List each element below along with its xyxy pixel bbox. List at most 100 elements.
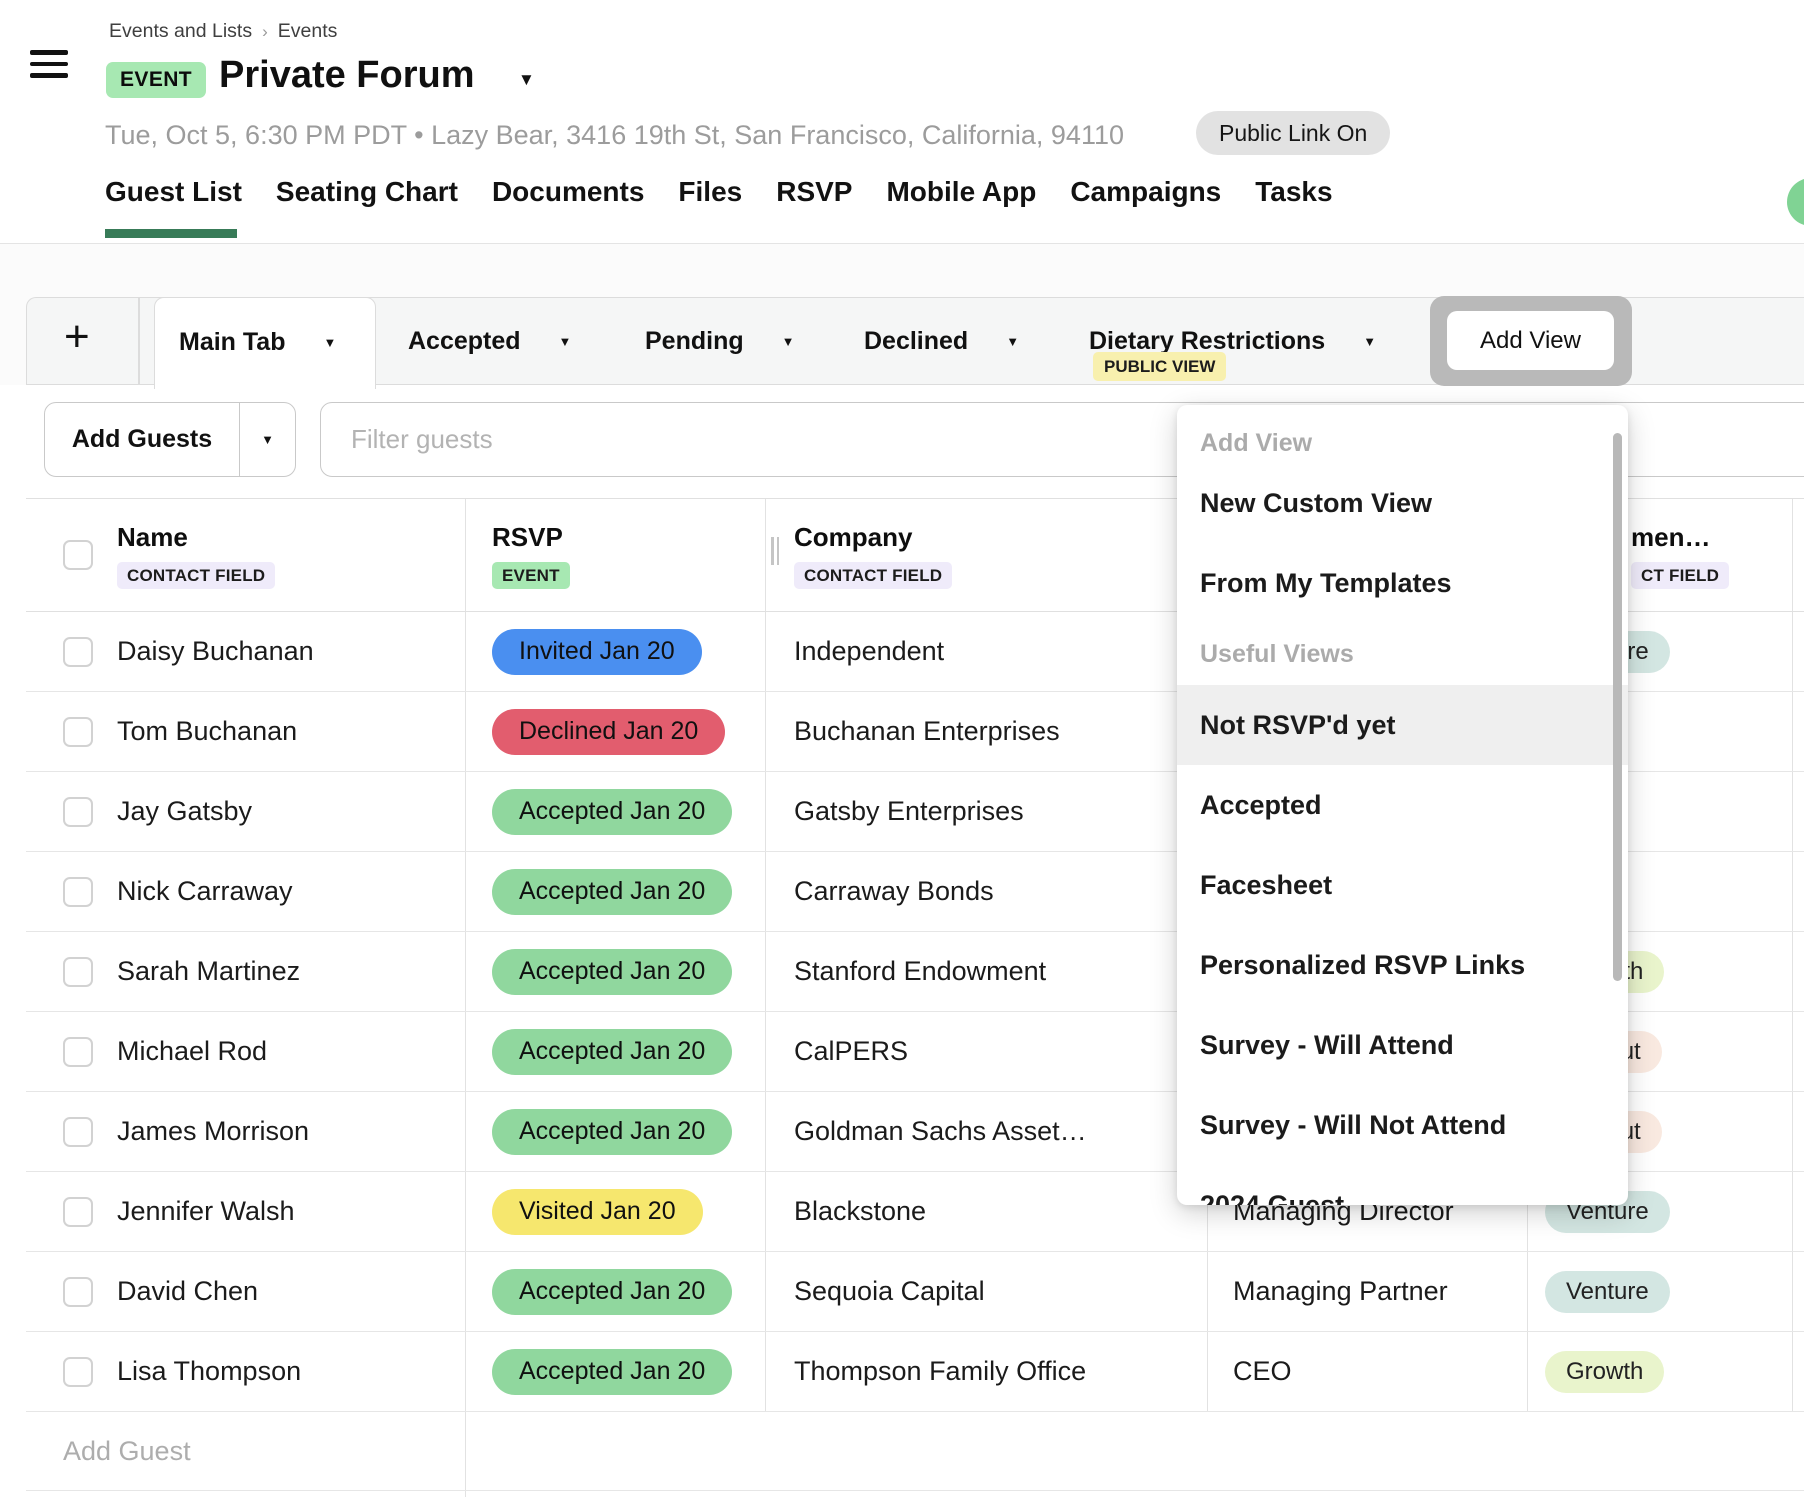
public-link-status-pill[interactable]: Public Link On — [1196, 111, 1390, 155]
help-fab-button[interactable] — [1787, 178, 1804, 226]
view-tab-label: Pending — [645, 327, 744, 356]
menu-item-new-custom-view[interactable]: New Custom View — [1177, 463, 1628, 543]
rsvp-status-badge[interactable]: Accepted Jan 20 — [492, 1109, 732, 1155]
view-tab-accepted[interactable]: Accepted▼ — [408, 297, 571, 385]
view-tab-main-tab[interactable]: Main Tab ▼ — [154, 297, 376, 389]
active-tab-underline — [105, 229, 237, 238]
chevron-down-icon[interactable]: ▼ — [1006, 334, 1019, 349]
column-type-badge: EVENT — [492, 562, 570, 589]
company-cell: Thompson Family Office — [766, 1332, 1208, 1411]
column-header-company[interactable]: Company CONTACT FIELD — [766, 499, 1208, 611]
column-type-badge: CONTACT FIELD — [117, 562, 275, 589]
row-checkbox[interactable] — [63, 717, 93, 747]
column-header-rsvp[interactable]: RSVP EVENT — [466, 499, 766, 611]
rsvp-status-badge[interactable]: Accepted Jan 20 — [492, 1029, 732, 1075]
menu-item-facesheet[interactable]: Facesheet — [1177, 845, 1628, 925]
chevron-down-icon[interactable]: ▼ — [559, 334, 572, 349]
view-tab-pending[interactable]: Pending ▼ — [645, 297, 794, 385]
column-type-badge: CONTACT FIELD — [794, 562, 952, 589]
title-chevron-down-icon[interactable]: ▼ — [518, 70, 535, 90]
company-cell: Carraway Bonds — [766, 852, 1208, 931]
rsvp-status-badge[interactable]: Accepted Jan 20 — [492, 789, 732, 835]
name-cell: Jay Gatsby — [26, 772, 466, 851]
menu-item-accepted[interactable]: Accepted — [1177, 765, 1628, 845]
menu-item-survey-will-attend[interactable]: Survey - Will Attend — [1177, 1005, 1628, 1085]
add-guests-button[interactable]: Add Guests — [45, 403, 239, 476]
chevron-down-icon[interactable]: ▼ — [323, 335, 336, 350]
add-guest-placeholder: Add Guest — [63, 1436, 191, 1467]
name-cell: James Morrison — [26, 1092, 466, 1171]
nav-tab-seating-chart[interactable]: Seating Chart — [276, 176, 458, 208]
breadcrumb-events-and-lists[interactable]: Events and Lists — [109, 20, 252, 43]
nav-tab-guest-list[interactable]: Guest List — [105, 176, 242, 208]
column-header-name[interactable]: NameCONTACT FIELD — [26, 499, 466, 611]
rsvp-status-badge[interactable]: Accepted Jan 20 — [492, 949, 732, 995]
add-guests-chevron-down-icon[interactable]: ▼ — [239, 403, 295, 476]
row-checkbox[interactable] — [63, 877, 93, 907]
company-cell: Goldman Sachs Asset… — [766, 1092, 1208, 1171]
rsvp-status-badge[interactable]: Visited Jan 20 — [492, 1189, 703, 1235]
column-resize-handle[interactable] — [771, 537, 781, 565]
rsvp-status-badge[interactable]: Accepted Jan 20 — [492, 1349, 732, 1395]
add-view-plus-icon[interactable]: + — [64, 312, 90, 362]
nav-tab-documents[interactable]: Documents — [492, 176, 644, 208]
row-checkbox[interactable] — [63, 957, 93, 987]
nav-tab-mobile-app[interactable]: Mobile App — [886, 176, 1036, 208]
row-checkbox[interactable] — [63, 1197, 93, 1227]
column-label: RSVP — [466, 522, 563, 553]
company-cell: Gatsby Enterprises — [766, 772, 1208, 851]
breadcrumb-events[interactable]: Events — [278, 20, 338, 43]
column-label: Company — [766, 522, 912, 553]
company-cell: Sequoia Capital — [766, 1252, 1208, 1331]
company-cell: Buchanan Enterprises — [766, 692, 1208, 771]
company-cell: CalPERS — [766, 1012, 1208, 1091]
row-checkbox[interactable] — [63, 637, 93, 667]
guest-company: Goldman Sachs Asset… — [794, 1116, 1087, 1147]
hamburger-menu-icon[interactable] — [30, 50, 68, 78]
add-guest-cell[interactable]: Add Guest — [26, 1412, 466, 1490]
rsvp-cell: Accepted Jan 20 — [466, 932, 766, 1011]
guest-name: Nick Carraway — [117, 876, 293, 907]
menu-item-personalized-rsvp-links[interactable]: Personalized RSVP Links — [1177, 925, 1628, 1005]
overflow-cell — [1793, 772, 1802, 851]
rsvp-status-badge[interactable]: Invited Jan 20 — [492, 629, 702, 675]
chevron-down-icon[interactable]: ▼ — [782, 334, 795, 349]
menu-item-from-my-templates[interactable]: From My Templates — [1177, 543, 1628, 623]
page-title: Private Forum — [219, 54, 475, 97]
nav-tab-rsvp[interactable]: RSVP — [776, 176, 852, 208]
row-checkbox[interactable] — [63, 797, 93, 827]
add-guest-row[interactable]: Add Guest — [26, 1412, 1804, 1491]
guest-name: Lisa Thompson — [117, 1356, 301, 1387]
view-tab-declined[interactable]: Declined▼ — [864, 297, 1019, 385]
select-all-checkbox[interactable] — [63, 540, 93, 570]
row-checkbox[interactable] — [63, 1277, 93, 1307]
menu-scrollbar[interactable] — [1613, 433, 1622, 981]
row-checkbox[interactable] — [63, 1117, 93, 1147]
menu-item-not-rsvp-d-yet[interactable]: Not RSVP'd yet — [1177, 685, 1628, 765]
menu-item-survey-will-not-attend[interactable]: Survey - Will Not Attend — [1177, 1085, 1628, 1165]
title-cell: Managing Partner — [1208, 1252, 1528, 1331]
guest-name: Sarah Martinez — [117, 956, 300, 987]
guest-name: Jay Gatsby — [117, 796, 252, 827]
company-cell: Stanford Endowment — [766, 932, 1208, 1011]
row-checkbox[interactable] — [63, 1037, 93, 1067]
overflow-cell — [1793, 852, 1802, 931]
row-checkbox[interactable] — [63, 1357, 93, 1387]
rsvp-status-badge[interactable]: Accepted Jan 20 — [492, 1269, 732, 1315]
rsvp-cell: Accepted Jan 20 — [466, 772, 766, 851]
nav-tab-tasks[interactable]: Tasks — [1255, 176, 1332, 208]
rsvp-status-badge[interactable]: Accepted Jan 20 — [492, 869, 732, 915]
chevron-down-icon[interactable]: ▼ — [1363, 334, 1376, 349]
rsvp-status-badge[interactable]: Declined Jan 20 — [492, 709, 725, 755]
event-datetime-location: Tue, Oct 5, 6:30 PM PDT • Lazy Bear, 341… — [105, 120, 1124, 151]
menu-item-2024-guest[interactable]: 2024 Guest — [1177, 1165, 1628, 1205]
column-header-5 — [1793, 499, 1802, 611]
column-type-badge: CT FIELD — [1631, 562, 1729, 589]
nav-tab-campaigns[interactable]: Campaigns — [1070, 176, 1221, 208]
name-cell: Sarah Martinez — [26, 932, 466, 1011]
add-view-button[interactable]: Add View — [1447, 311, 1614, 370]
nav-tab-files[interactable]: Files — [678, 176, 742, 208]
name-cell: Daisy Buchanan — [26, 612, 466, 691]
table-row[interactable]: David ChenAccepted Jan 20Sequoia Capital… — [26, 1252, 1804, 1332]
table-row[interactable]: Lisa Thompson Accepted Jan 20 Thompson Fam… — [26, 1332, 1804, 1412]
